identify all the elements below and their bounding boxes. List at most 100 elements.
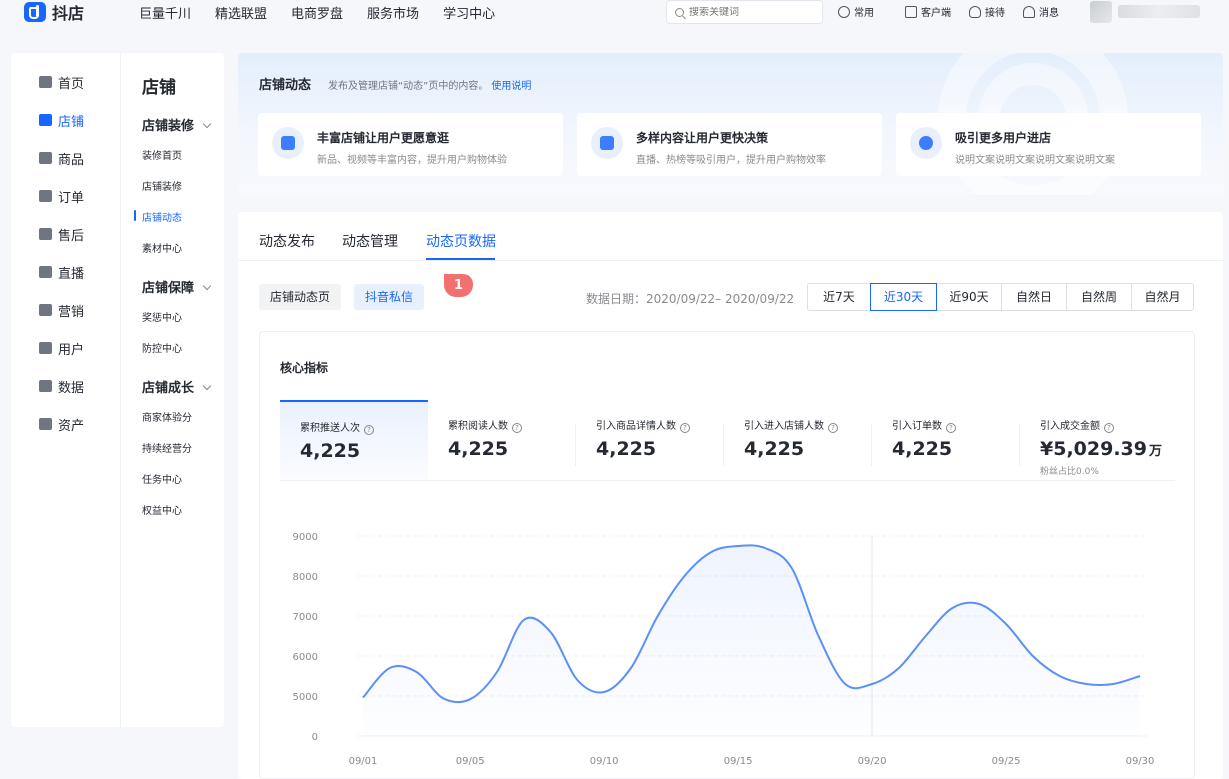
tab-page-data[interactable]: 动态页数据 xyxy=(426,231,496,251)
feature-desc: 直播、热榜等吸引用户，提升用户购物效率 xyxy=(636,155,826,166)
range-7d[interactable]: 近7天 xyxy=(807,283,871,311)
data-point[interactable] xyxy=(763,546,767,550)
data-point[interactable] xyxy=(897,666,901,670)
search-icon xyxy=(675,7,684,17)
trend-chart[interactable]: 0 5000 6000 7000 8000 9000 09/01 09/05 09/10 09/… xyxy=(260,492,1194,778)
sub-item-active[interactable]: 店铺动态 xyxy=(134,209,182,224)
data-point[interactable] xyxy=(683,574,687,578)
metric-card[interactable]: 引入成交金额? ¥5,029.39 万 粉丝占比0.0% xyxy=(1020,400,1175,480)
range-natural-day[interactable]: 自然日 xyxy=(1001,283,1067,311)
tab-publish[interactable]: 动态发布 xyxy=(259,231,315,251)
data-point[interactable] xyxy=(977,602,981,606)
metric-card-active[interactable]: 累积推送人次? 4,225 xyxy=(280,400,428,480)
data-point[interactable] xyxy=(843,682,847,686)
sidebar-item-home[interactable]: 首页 xyxy=(39,73,84,92)
sub-item[interactable]: 装修首页 xyxy=(142,147,182,162)
tool-common[interactable]: 常用 xyxy=(838,4,874,19)
data-point[interactable] xyxy=(950,606,954,610)
sub-item[interactable]: 商家体验分 xyxy=(142,409,192,424)
help-icon[interactable]: ? xyxy=(364,425,374,435)
help-icon[interactable]: ? xyxy=(512,423,522,433)
sub-item[interactable]: 持续经营分 xyxy=(142,440,192,455)
sub-item[interactable]: 权益中心 xyxy=(142,502,182,517)
subtab-douyin-dm[interactable]: 抖音私信 xyxy=(354,284,425,310)
nav-group-growth[interactable]: 店铺成长 xyxy=(142,377,212,396)
data-point[interactable] xyxy=(1084,682,1088,686)
desc-text: 发布及管理店铺“动态”页中的内容。 xyxy=(328,81,489,92)
top-nav-item[interactable]: 巨量千川 xyxy=(139,3,191,22)
sidebar-item-marketing[interactable]: 营销 xyxy=(39,301,84,320)
help-icon[interactable]: ? xyxy=(946,423,956,433)
data-point[interactable] xyxy=(361,696,365,700)
data-point[interactable] xyxy=(1004,622,1008,626)
range-natural-month[interactable]: 自然月 xyxy=(1131,283,1194,311)
sidebar-item-products[interactable]: 商品 xyxy=(39,149,84,168)
data-point[interactable] xyxy=(468,697,472,701)
sidebar-item-assets[interactable]: 资产 xyxy=(39,415,84,434)
data-point[interactable] xyxy=(736,544,740,548)
nav-group-decoration[interactable]: 店铺装修 xyxy=(142,115,212,134)
sub-item[interactable]: 奖惩中心 xyxy=(142,309,182,324)
user-name-redacted[interactable] xyxy=(1118,5,1200,18)
subtab-store-page[interactable]: 店铺动态页 xyxy=(259,284,342,310)
data-point[interactable] xyxy=(388,666,392,670)
tool-messages[interactable]: 消息 xyxy=(1023,4,1059,19)
data-point[interactable] xyxy=(1031,654,1035,658)
data-point[interactable] xyxy=(1111,682,1115,686)
data-point[interactable] xyxy=(629,666,633,670)
data-point[interactable] xyxy=(575,678,579,682)
tab-manage[interactable]: 动态管理 xyxy=(342,231,398,251)
sidebar-item-live[interactable]: 直播 xyxy=(39,263,84,282)
sub-item[interactable]: 任务中心 xyxy=(142,471,182,486)
sub-item[interactable]: 防控中心 xyxy=(142,340,182,355)
data-point[interactable] xyxy=(1138,674,1142,678)
metric-label-text: 累积推送人次 xyxy=(300,423,360,434)
side-nav: 首页 店铺 商品 订单 售后 直播 营销 用户 数据 资产 店铺 店铺装修 装修… xyxy=(11,53,224,727)
sidebar-item-users[interactable]: 用户 xyxy=(39,339,85,358)
data-point[interactable] xyxy=(870,682,874,686)
app-logo[interactable]: 抖店 xyxy=(24,0,84,24)
search-input[interactable] xyxy=(689,6,809,18)
sidebar-item-label: 用户 xyxy=(58,342,85,358)
sidebar-item-store[interactable]: 店铺 xyxy=(39,111,84,130)
metric-card[interactable]: 引入进入店铺人数? 4,225 xyxy=(724,400,872,480)
metric-card[interactable]: 引入订单数? 4,225 xyxy=(872,400,1020,480)
range-90d[interactable]: 近90天 xyxy=(936,283,1002,311)
data-point[interactable] xyxy=(495,670,499,674)
data-point[interactable] xyxy=(924,634,928,638)
sub-item[interactable]: 素材中心 xyxy=(142,240,182,255)
data-point[interactable] xyxy=(441,696,445,700)
data-point[interactable] xyxy=(1058,674,1062,678)
sub-item[interactable]: 店铺装修 xyxy=(142,178,182,193)
avatar[interactable] xyxy=(1090,1,1112,23)
top-nav-item[interactable]: 服务市场 xyxy=(367,3,419,22)
sidebar-item-aftersale[interactable]: 售后 xyxy=(39,225,84,244)
range-natural-week[interactable]: 自然周 xyxy=(1066,283,1132,311)
top-nav-item[interactable]: 精选联盟 xyxy=(215,3,267,22)
help-link[interactable]: 使用说明 xyxy=(491,81,531,92)
data-point[interactable] xyxy=(522,618,526,622)
metric-card[interactable]: 累积阅读人数? 4,225 xyxy=(428,400,576,480)
top-nav-item[interactable]: 学习中心 xyxy=(443,3,495,22)
help-icon[interactable]: ? xyxy=(680,423,690,433)
tool-label: 客户端 xyxy=(921,8,951,19)
help-icon[interactable]: ? xyxy=(1104,423,1114,433)
tool-reception[interactable]: 接待 xyxy=(969,4,1005,19)
range-30d[interactable]: 近30天 xyxy=(870,283,937,311)
data-point[interactable] xyxy=(816,634,820,638)
sidebar-item-orders[interactable]: 订单 xyxy=(39,187,84,206)
data-point[interactable] xyxy=(415,670,419,674)
data-point[interactable] xyxy=(602,690,606,694)
data-point[interactable] xyxy=(790,566,794,570)
search-box[interactable] xyxy=(666,0,823,24)
data-point[interactable] xyxy=(709,550,713,554)
data-point[interactable] xyxy=(656,614,660,618)
data-point[interactable] xyxy=(549,630,553,634)
metric-card[interactable]: 引入商品详情人数? 4,225 xyxy=(576,400,724,480)
tool-client[interactable]: 客户端 xyxy=(905,4,951,19)
help-icon[interactable]: ? xyxy=(828,423,838,433)
nav-group-guarantee[interactable]: 店铺保障 xyxy=(142,277,212,296)
sidebar-item-data[interactable]: 数据 xyxy=(39,377,84,396)
headset-icon xyxy=(969,5,981,18)
top-nav-item[interactable]: 电商罗盘 xyxy=(291,3,343,22)
